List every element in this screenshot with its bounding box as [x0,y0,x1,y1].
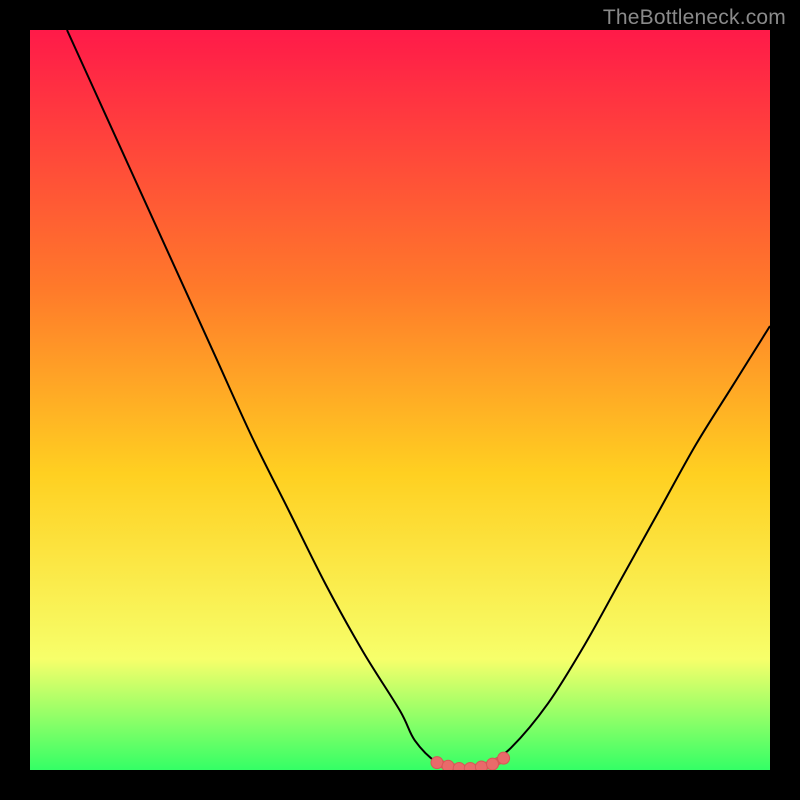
good-range-dot [431,757,443,769]
good-range-dot [475,761,487,770]
gradient-background [30,30,770,770]
bottleneck-chart [30,30,770,770]
good-range-dot [453,763,465,770]
plot-area [30,30,770,770]
chart-frame: TheBottleneck.com [0,0,800,800]
good-range-dot [498,752,510,764]
watermark-text: TheBottleneck.com [603,6,786,30]
good-range-dot [487,758,499,770]
good-range-dot [464,763,476,770]
good-range-dot [442,760,454,770]
